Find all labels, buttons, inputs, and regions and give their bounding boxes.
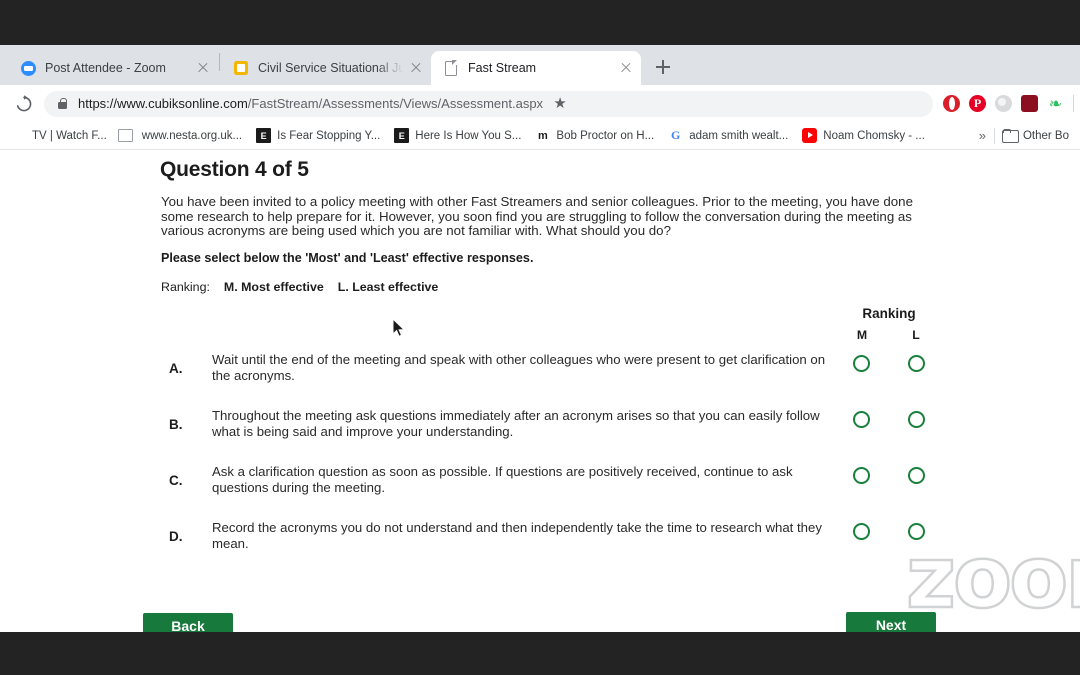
tab-civil-service-situational-judge[interactable]: Civil Service Situational Judge: [221, 51, 431, 85]
other-bookmarks-label: Other Bo: [1022, 129, 1069, 142]
close-icon[interactable]: [619, 61, 633, 75]
other-bookmarks-folder[interactable]: Other Bo: [995, 126, 1076, 145]
radio-a-most[interactable]: [853, 355, 870, 372]
bookmark-label: www.nesta.org.uk...: [141, 129, 243, 142]
letterbox-top: [0, 0, 1080, 45]
bookmark-item[interactable]: m Bob Proctor on H...: [528, 125, 661, 146]
assessment-page: Question 4 of 5 You have been invited to…: [0, 150, 1080, 631]
grey-circle-extension-icon[interactable]: [995, 95, 1012, 112]
bookmark-item[interactable]: TV | Watch F...: [4, 125, 114, 146]
radio-d-most[interactable]: [853, 523, 870, 540]
red-square-extension-icon[interactable]: [1021, 95, 1038, 112]
options-list: A. Wait until the end of the meeting and…: [0, 345, 1080, 569]
option-text: Record the acronyms you do not understan…: [212, 520, 822, 551]
option-row-c: C. Ask a clarification question as soon …: [0, 457, 1080, 513]
ranking-subheaders: M L: [846, 328, 932, 342]
ranking-key-least: L. Least effective: [337, 280, 439, 294]
option-row-d: D. Record the acronyms you do not unders…: [0, 513, 1080, 569]
bookmark-label: adam smith wealt...: [689, 129, 789, 142]
close-icon[interactable]: [409, 61, 423, 75]
option-radios: [846, 523, 932, 540]
bookmark-label: Noam Chomsky - ...: [823, 129, 925, 142]
bookmark-item[interactable]: Noam Chomsky - ...: [795, 125, 932, 146]
radio-b-least[interactable]: [908, 411, 925, 428]
extension-icons: P ❧: [943, 95, 1074, 113]
page-icon: [11, 128, 26, 143]
address-bar[interactable]: https://www.cubiksonline.com/FastStream/…: [44, 90, 933, 117]
url-path: /FastStream/Assessments/Views/Assessment…: [247, 96, 544, 111]
toolbar-divider: [1073, 95, 1074, 112]
ranking-key-most: M. Most effective: [223, 280, 324, 294]
option-text: Wait until the end of the meeting and sp…: [212, 352, 826, 383]
bookmark-item[interactable]: E Is Fear Stopping Y...: [249, 125, 387, 146]
url-host: https://www.cubiksonline.com: [78, 96, 248, 111]
page-title: Question 4 of 5: [160, 158, 309, 181]
question-stem: You have been invited to a policy meetin…: [161, 194, 913, 239]
ranking-key-label: Ranking:: [161, 280, 210, 294]
document-icon: [443, 60, 459, 76]
evernote-extension-icon[interactable]: ❧: [1047, 95, 1064, 113]
pinterest-extension-icon[interactable]: P: [969, 95, 986, 112]
folder-icon: [1001, 128, 1019, 143]
column-header-m: M: [856, 328, 868, 342]
black-square-icon: E: [394, 128, 410, 143]
instruction-text: Please select below the 'Most' and 'Leas…: [161, 251, 534, 265]
bookmark-label: TV | Watch F...: [32, 129, 107, 142]
bookmarks-bar: TV | Watch F... www.nesta.org.uk... E Is…: [0, 122, 1080, 150]
option-letter: B.: [169, 417, 183, 432]
radio-c-least[interactable]: [908, 467, 925, 484]
option-letter: A.: [169, 361, 183, 376]
tab-divider: [219, 52, 220, 71]
radio-a-least[interactable]: [908, 355, 925, 372]
lock-icon: [58, 98, 68, 109]
radio-c-most[interactable]: [853, 467, 870, 484]
google-icon: G: [671, 128, 681, 142]
square-yellow-icon: [233, 60, 249, 76]
option-letter: D.: [169, 529, 183, 544]
reload-icon[interactable]: [10, 90, 38, 118]
option-row-b: B. Throughout the meeting ask questions …: [0, 401, 1080, 457]
option-text: Ask a clarification question as soon as …: [212, 464, 793, 495]
radio-b-most[interactable]: [853, 411, 870, 428]
option-letter: C.: [169, 473, 183, 488]
zoom-icon: [20, 60, 36, 76]
bookmark-item[interactable]: G adam smith wealt...: [661, 125, 795, 146]
bookmark-label: Is Fear Stopping Y...: [277, 129, 381, 142]
close-icon[interactable]: [196, 61, 210, 75]
tab-title: Fast Stream: [468, 61, 537, 75]
toolbar: https://www.cubiksonline.com/FastStream/…: [0, 85, 1080, 122]
screen: Post Attendee - Zoom Civil Service Situa…: [0, 0, 1080, 675]
option-radios: [846, 355, 932, 372]
bookmark-item[interactable]: www.nesta.org.uk...: [114, 125, 249, 146]
new-tab-button[interactable]: [649, 53, 677, 81]
column-header-l: L: [912, 328, 920, 342]
tab-title: Post Attendee - Zoom: [45, 61, 166, 75]
ranking-key: Ranking: M. Most effective L. Least effect…: [161, 280, 438, 294]
bookmark-label: Here Is How You S...: [415, 129, 522, 142]
browser-window: Post Attendee - Zoom Civil Service Situa…: [0, 45, 1080, 632]
option-row-a: A. Wait until the end of the meeting and…: [0, 345, 1080, 401]
tab-fast-stream[interactable]: Fast Stream: [431, 51, 641, 85]
letterbox-bottom: [0, 632, 1080, 675]
bookmarks-overflow-button[interactable]: »: [971, 128, 994, 143]
radio-d-least[interactable]: [908, 523, 925, 540]
option-radios: [846, 467, 932, 484]
tab-post-attendee-zoom[interactable]: Post Attendee - Zoom: [8, 51, 218, 85]
opera-extension-icon[interactable]: [943, 95, 960, 112]
page-icon: [117, 128, 136, 143]
ranking-column-header: Ranking: [862, 306, 916, 321]
tab-title: Civil Service Situational Judge: [258, 61, 403, 75]
option-radios: [846, 411, 932, 428]
option-text: Throughout the meeting ask questions imm…: [212, 408, 820, 439]
medium-icon: m: [538, 129, 548, 142]
bookmark-label: Bob Proctor on H...: [556, 129, 655, 142]
tab-strip: Post Attendee - Zoom Civil Service Situa…: [0, 45, 1080, 85]
black-square-icon: E: [256, 128, 272, 143]
bookmark-star-icon[interactable]: ★: [549, 96, 571, 111]
url-text: https://www.cubiksonline.com/FastStream/…: [78, 96, 543, 111]
bookmark-item[interactable]: E Here Is How You S...: [387, 125, 528, 146]
youtube-icon: [802, 128, 818, 143]
